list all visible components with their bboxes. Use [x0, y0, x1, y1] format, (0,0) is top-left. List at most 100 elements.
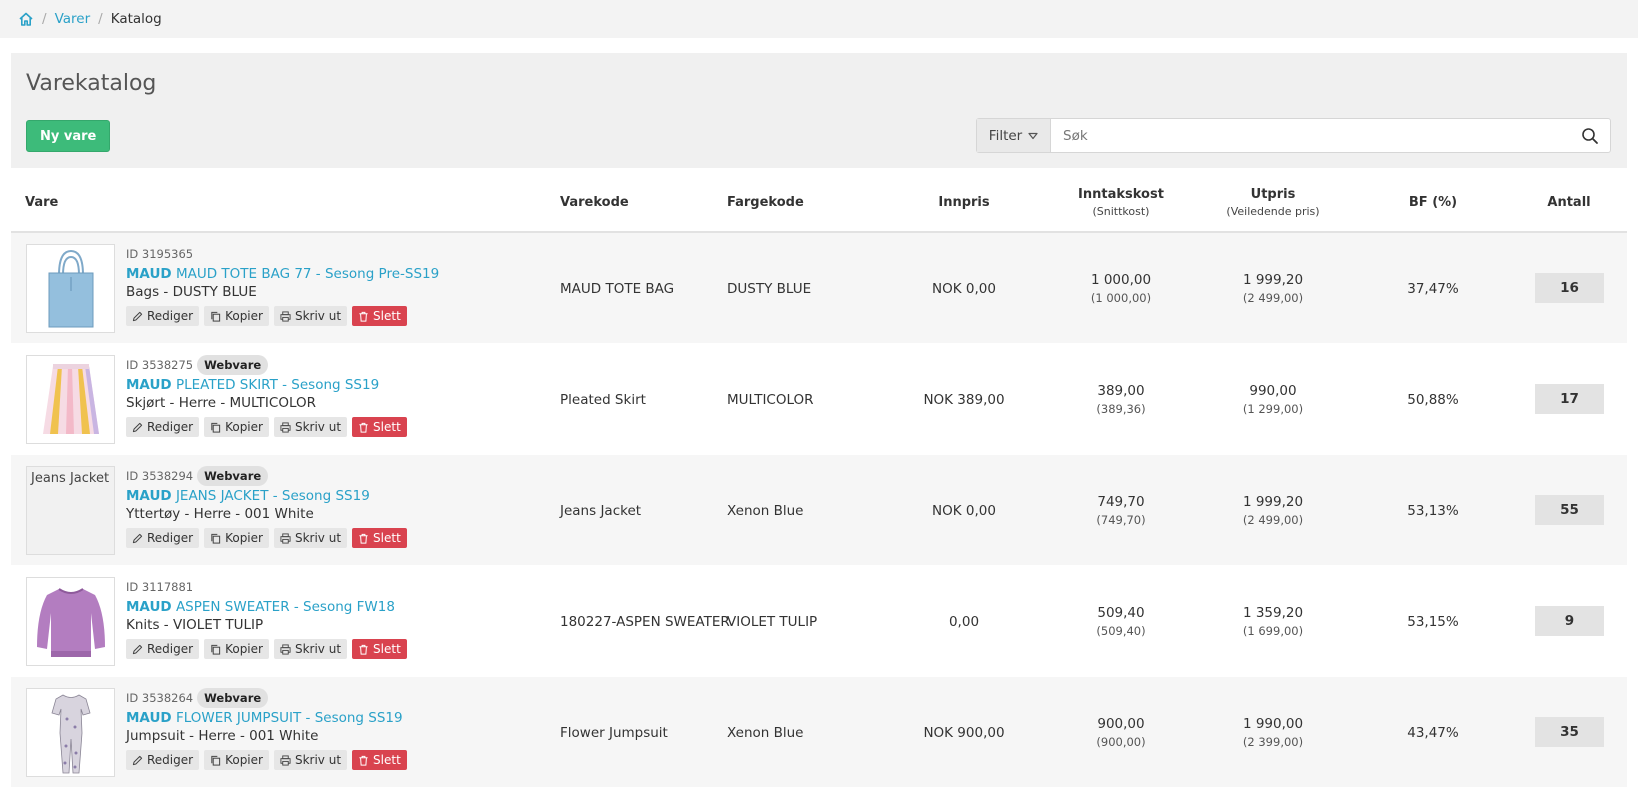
copy-label: Kopier — [225, 309, 263, 323]
product-name-link[interactable]: MAUD PLEATED SKIRT - Sesong SS19 — [126, 377, 566, 393]
antall-cell[interactable]: 17 — [1535, 384, 1604, 414]
printer-icon — [280, 643, 291, 655]
product-info: ID 3195365 MAUD MAUD TOTE BAG 77 - Seson… — [126, 244, 566, 326]
copy-label: Kopier — [225, 642, 263, 656]
printer-icon — [280, 421, 291, 433]
search-input[interactable] — [1051, 119, 1570, 152]
row-actions: Rediger Kopier Skriv ut Slett — [126, 639, 566, 659]
veiledende-value: (1 299,00) — [1242, 402, 1304, 416]
bf-cell: 43,47% — [1407, 724, 1459, 741]
product-name-link[interactable]: MAUD MAUD TOTE BAG 77 - Sesong Pre-SS19 — [126, 266, 566, 282]
print-button[interactable]: Skriv ut — [273, 306, 348, 326]
copy-button[interactable]: Kopier — [204, 750, 269, 770]
utpris-cell: 1 990,00 (2 399,00) — [1198, 677, 1348, 788]
product-id-line: ID 3538264 Webvare — [126, 688, 566, 708]
new-item-button[interactable]: Ny vare — [26, 120, 111, 152]
product-name-link[interactable]: MAUD ASPEN SWEATER - Sesong FW18 — [126, 599, 566, 615]
delete-button[interactable]: Slett — [352, 750, 407, 770]
product-image[interactable] — [26, 577, 115, 666]
row-actions: Rediger Kopier Skriv ut Slett — [126, 417, 566, 437]
printer-icon — [280, 532, 291, 544]
copy-button[interactable]: Kopier — [204, 306, 269, 326]
header-vare[interactable]: Vare — [25, 172, 58, 233]
trash-icon — [359, 755, 368, 766]
breadcrumb: / Varer / Katalog — [0, 0, 1638, 38]
delete-button[interactable]: Slett — [352, 306, 407, 326]
copy-label: Kopier — [225, 531, 263, 545]
print-button[interactable]: Skriv ut — [273, 639, 348, 659]
header-bf[interactable]: BF (%) — [1383, 172, 1483, 233]
edit-button[interactable]: Rediger — [126, 306, 200, 326]
header-fargekode[interactable]: Fargekode — [727, 172, 804, 233]
delete-button[interactable]: Slett — [352, 417, 407, 437]
copy-icon — [211, 311, 221, 322]
header-utpris[interactable]: Utpris (Veiledende pris) — [1198, 172, 1348, 233]
table-header: Vare Varekode Fargekode Innpris Inntaksk… — [11, 172, 1627, 233]
product-image-broken[interactable]: Jeans Jacket — [26, 466, 115, 555]
product-name-link[interactable]: MAUD JEANS JACKET - Sesong SS19 — [126, 488, 566, 504]
innpris-cell: NOK 0,00 — [932, 280, 996, 297]
utpris-cell: 1 999,20 (2 499,00) — [1198, 455, 1348, 566]
fargekode-cell: DUSTY BLUE — [727, 280, 812, 297]
veiledende-value: (1 699,00) — [1242, 624, 1304, 638]
brand-name: MAUD — [126, 710, 172, 726]
product-category: Yttertøy - Herre - 001 White — [126, 506, 314, 522]
pencil-icon — [132, 755, 143, 765]
product-category: Jumpsuit - Herre - 001 White — [126, 728, 319, 744]
product-info: ID 3538294 Webvare MAUD JEANS JACKET - S… — [126, 466, 566, 548]
print-label: Skriv ut — [294, 420, 342, 434]
delete-label: Slett — [373, 420, 401, 434]
copy-button[interactable]: Kopier — [204, 417, 269, 437]
header-antall[interactable]: Antall — [1524, 172, 1614, 233]
catalog-header-panel: Varekatalog Ny vare Filter — [11, 53, 1627, 168]
copy-button[interactable]: Kopier — [204, 528, 269, 548]
row-actions: Rediger Kopier Skriv ut Slett — [126, 750, 566, 770]
search-icon[interactable] — [1570, 119, 1610, 152]
product-image[interactable] — [26, 244, 115, 333]
edit-button[interactable]: Rediger — [126, 639, 200, 659]
copy-icon — [211, 422, 221, 433]
filter-label: Filter — [988, 127, 1023, 144]
edit-button[interactable]: Rediger — [126, 417, 200, 437]
search-group: Filter — [976, 118, 1611, 153]
home-icon[interactable] — [18, 11, 34, 27]
edit-button[interactable]: Rediger — [126, 750, 200, 770]
table-row: Jeans Jacket ID 3538294 Webvare MAUD JEA… — [11, 455, 1627, 566]
bf-cell: 37,47% — [1407, 280, 1459, 297]
product-name-link[interactable]: MAUD FLOWER JUMPSUIT - Sesong SS19 — [126, 710, 566, 726]
copy-button[interactable]: Kopier — [204, 639, 269, 659]
filter-button[interactable]: Filter — [977, 119, 1051, 152]
snittkost-value: (749,70) — [1096, 513, 1146, 527]
print-button[interactable]: Skriv ut — [273, 528, 348, 548]
table-row: ID 3117881 MAUD ASPEN SWEATER - Sesong F… — [11, 566, 1627, 677]
antall-cell[interactable]: 9 — [1535, 606, 1604, 636]
printer-icon — [280, 754, 291, 766]
product-image[interactable] — [26, 355, 115, 444]
inntakskost-value: 749,70 — [1097, 494, 1145, 510]
product-id: ID 3538264 — [126, 691, 194, 705]
product-image[interactable] — [26, 688, 115, 777]
veiledende-value: (2 499,00) — [1242, 291, 1304, 305]
antall-cell[interactable]: 35 — [1535, 717, 1604, 747]
breadcrumb-varer[interactable]: Varer — [55, 11, 91, 27]
header-varekode[interactable]: Varekode — [560, 172, 629, 233]
print-button[interactable]: Skriv ut — [273, 750, 348, 770]
antall-cell[interactable]: 16 — [1535, 273, 1604, 303]
trash-icon — [359, 422, 368, 433]
edit-label: Rediger — [147, 309, 194, 323]
antall-cell[interactable]: 55 — [1535, 495, 1604, 525]
printer-icon — [280, 310, 291, 322]
edit-button[interactable]: Rediger — [126, 528, 200, 548]
delete-button[interactable]: Slett — [352, 528, 407, 548]
veiledende-value: (2 399,00) — [1242, 735, 1304, 749]
fargekode-cell: MULTICOLOR — [727, 391, 814, 408]
header-inntakskost[interactable]: Inntakskost (Snittkost) — [1051, 172, 1191, 233]
header-innpris[interactable]: Innpris — [904, 172, 1024, 233]
delete-button[interactable]: Slett — [352, 639, 407, 659]
innpris-cell: 0,00 — [948, 613, 980, 630]
inntakskost-value: 509,40 — [1097, 605, 1145, 621]
inntakskost-value: 1 000,00 — [1090, 272, 1152, 288]
pencil-icon — [132, 533, 143, 543]
print-button[interactable]: Skriv ut — [273, 417, 348, 437]
bf-cell: 53,13% — [1407, 502, 1459, 519]
